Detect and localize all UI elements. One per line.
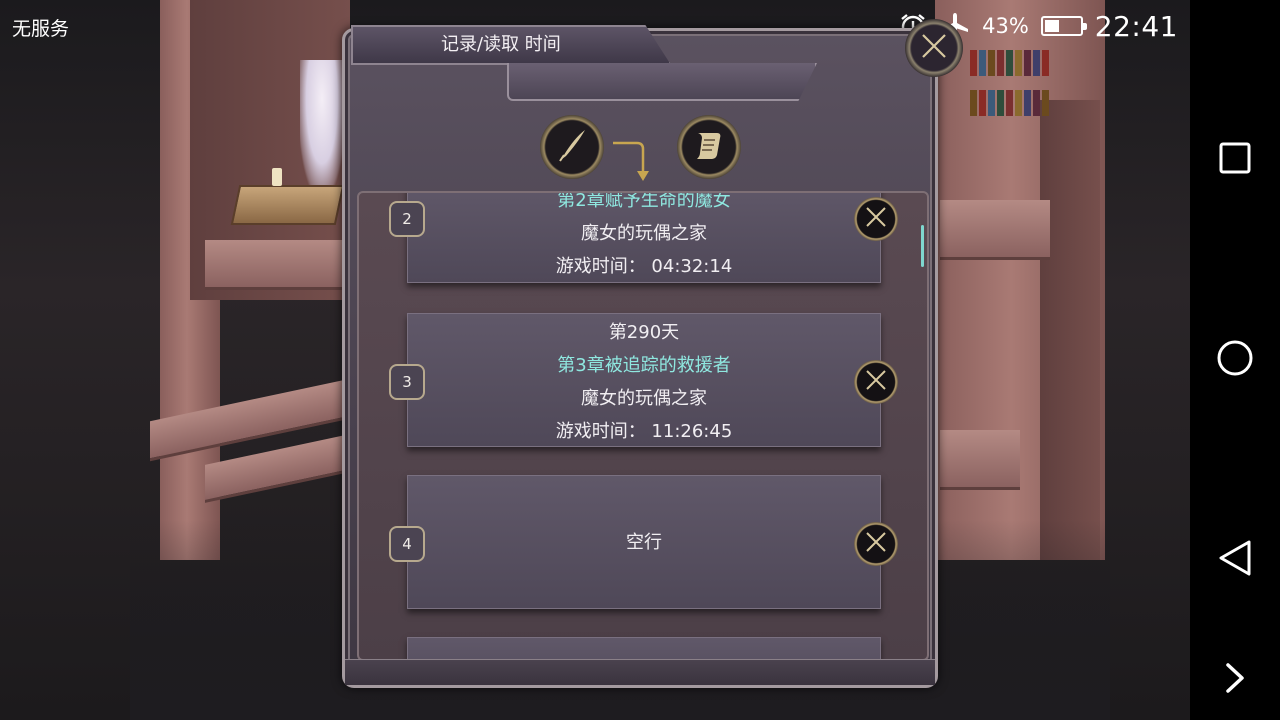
bookshelf-row-1 [970,50,1049,76]
back-button[interactable] [1215,540,1255,580]
close-icon [917,29,951,67]
battery-percent: 43% [982,14,1029,38]
slot-empty-label: 空行 [626,532,662,553]
save-slot-4[interactable]: 空行 [407,475,881,609]
mode-arrow-icon [611,139,651,187]
slot-playtime: 游戏时间： 11:26:45 [555,421,733,442]
home-button[interactable] [1215,340,1255,380]
quill-icon [552,125,592,169]
scene-floor-upper-right [940,200,1050,260]
carrier-label: 无服务 [12,18,70,40]
slot-playtime: 游戏时间： 04:32:14 [555,256,733,277]
scene-floor-upper-left [205,240,345,290]
scene-character-white-haired [300,60,344,190]
expand-button[interactable] [1215,660,1255,700]
save-slot-2[interactable]: 第2章赋予生命的魔女 魔女的玩偶之家 游戏时间： 04:32:14 [407,191,881,283]
delete-slot-3-button[interactable] [854,360,898,404]
bookshelf-row-2 [970,90,1049,116]
slot-number-badge: 4 [389,526,425,562]
delete-slot-2-button[interactable] [854,197,898,241]
load-mode-button[interactable] [677,115,741,179]
close-icon [863,529,889,559]
save-slot-3[interactable]: 第290天 第3章被追踪的救援者 魔女的玩偶之家 游戏时间： 11:26:45 [407,313,881,447]
home-icon [1216,339,1254,381]
panel-title-tab: 记录/读取 时间 [351,25,671,65]
navigation-bar [1190,0,1280,720]
close-icon [863,367,889,397]
panel-bottom-ornament [345,659,935,685]
clock: 22:41 [1094,9,1178,43]
slot-location: 魔女的玩偶之家 [581,223,707,244]
save-load-panel: 记录/读取 时间 第2章赋予生命的魔女 魔女的玩偶之家 游戏时间： 04:32:… [342,19,963,688]
scene-candle [272,168,282,186]
close-panel-button[interactable] [905,19,963,77]
save-slot-list[interactable]: 第2章赋予生命的魔女 魔女的玩偶之家 游戏时间： 04:32:14 2 第290… [357,191,929,661]
scene-step-right [940,430,1020,490]
slot-chapter: 第3章被追踪的救援者 [557,355,731,376]
recents-icon [1218,141,1252,179]
panel-title: 记录/读取 时间 [441,34,561,55]
slot-chapter: 第2章赋予生命的魔女 [557,191,731,211]
slot-location: 魔女的玩偶之家 [581,388,707,409]
scene-desk-with-book [230,185,345,225]
scroll-icon [689,125,729,169]
panel-subtitle-tab [507,63,817,101]
save-slot-5-partial[interactable] [407,637,881,659]
slot-number-badge: 2 [389,201,425,237]
slot-number-badge: 3 [389,364,425,400]
scene-stair-2 [205,435,345,503]
battery-icon [1040,16,1087,36]
scrollbar-thumb[interactable] [921,225,924,267]
back-icon [1217,539,1253,581]
save-mode-button[interactable] [540,115,604,179]
close-icon [863,204,889,234]
scene-wall-right-edge [1040,100,1100,560]
recents-button[interactable] [1215,140,1255,180]
slot-day: 第290天 [608,322,680,343]
battery-fill [1044,20,1060,32]
delete-slot-4-button[interactable] [854,522,898,566]
expand-icon [1223,661,1247,699]
